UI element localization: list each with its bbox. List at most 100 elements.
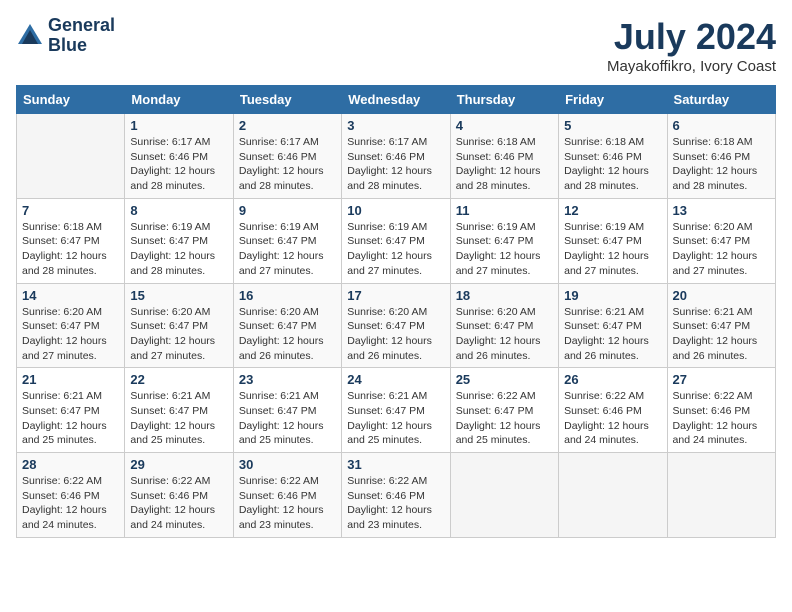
day-number: 11 <box>456 203 553 218</box>
cell-content: Sunrise: 6:21 AMSunset: 6:47 PMDaylight:… <box>564 305 661 364</box>
calendar-cell: 24 Sunrise: 6:21 AMSunset: 6:47 PMDayligh… <box>342 368 450 453</box>
calendar-cell: 5Sunrise: 6:18 AMSunset: 6:46 PMDaylight… <box>559 114 667 199</box>
day-number: 8 <box>130 203 227 218</box>
week-row-3: 14 Sunrise: 6:20 AMSunset: 6:47 PMDayligh… <box>17 283 776 368</box>
cell-content: Sunrise: 6:22 AMSunset: 6:46 PMDaylight:… <box>673 389 770 448</box>
cell-content: Sunrise: 6:19 AMSunset: 6:47 PMDaylight:… <box>347 220 444 279</box>
calendar-cell: 18Sunrise: 6:20 AMSunset: 6:47 PMDayligh… <box>450 283 558 368</box>
cell-content: Sunrise: 6:20 AMSunset: 6:47 PMDaylight:… <box>456 305 553 364</box>
calendar-cell: 19Sunrise: 6:21 AMSunset: 6:47 PMDayligh… <box>559 283 667 368</box>
location: Mayakoffikro, Ivory Coast <box>607 58 776 75</box>
day-number: 15 <box>130 288 227 303</box>
page-header: General Blue July 2024 Mayakoffikro, Ivo… <box>16 16 776 75</box>
column-header-friday: Friday <box>559 86 667 114</box>
day-number: 10 <box>347 203 444 218</box>
cell-content: Sunrise: 6:22 AMSunset: 6:47 PMDaylight:… <box>456 389 553 448</box>
day-number: 4 <box>456 118 553 133</box>
calendar-cell: 30 Sunrise: 6:22 AMSunset: 6:46 PMDayligh… <box>233 453 341 538</box>
calendar-cell: 27 Sunrise: 6:22 AMSunset: 6:46 PMDayligh… <box>667 368 775 453</box>
week-row-2: 7Sunrise: 6:18 AMSunset: 6:47 PMDaylight… <box>17 198 776 283</box>
calendar-cell: 4 Sunrise: 6:18 AMSunset: 6:46 PMDaylight… <box>450 114 558 199</box>
week-row-1: 1 Sunrise: 6:17 AMSunset: 6:46 PMDaylight… <box>17 114 776 199</box>
calendar-cell: 7Sunrise: 6:18 AMSunset: 6:47 PMDaylight… <box>17 198 125 283</box>
day-number: 23 <box>239 372 336 387</box>
cell-content: Sunrise: 6:20 AMSunset: 6:47 PMDaylight:… <box>239 305 336 364</box>
day-number: 31 <box>347 457 444 472</box>
cell-content: Sunrise: 6:21 AMSunset: 6:47 PMDaylight:… <box>130 389 227 448</box>
cell-content: Sunrise: 6:19 AMSunset: 6:47 PMDaylight:… <box>239 220 336 279</box>
day-number: 14 <box>22 288 119 303</box>
day-number: 5 <box>564 118 661 133</box>
calendar-cell: 28 Sunrise: 6:22 AMSunset: 6:46 PMDayligh… <box>17 453 125 538</box>
day-number: 9 <box>239 203 336 218</box>
calendar-table: SundayMondayTuesdayWednesdayThursdayFrid… <box>16 85 776 538</box>
cell-content: Sunrise: 6:19 AMSunset: 6:47 PMDaylight:… <box>564 220 661 279</box>
calendar-cell: 8 Sunrise: 6:19 AMSunset: 6:47 PMDaylight… <box>125 198 233 283</box>
column-header-saturday: Saturday <box>667 86 775 114</box>
cell-content: Sunrise: 6:22 AMSunset: 6:46 PMDaylight:… <box>347 474 444 533</box>
day-number: 6 <box>673 118 770 133</box>
logo-text: General Blue <box>48 16 115 56</box>
logo-icon <box>16 22 44 50</box>
day-number: 28 <box>22 457 119 472</box>
cell-content: Sunrise: 6:18 AMSunset: 6:46 PMDaylight:… <box>456 135 553 194</box>
column-header-monday: Monday <box>125 86 233 114</box>
day-number: 12 <box>564 203 661 218</box>
title-block: July 2024 Mayakoffikro, Ivory Coast <box>607 16 776 75</box>
cell-content: Sunrise: 6:21 AMSunset: 6:47 PMDaylight:… <box>239 389 336 448</box>
day-number: 1 <box>130 118 227 133</box>
calendar-cell <box>17 114 125 199</box>
cell-content: Sunrise: 6:22 AMSunset: 6:46 PMDaylight:… <box>22 474 119 533</box>
calendar-cell: 2 Sunrise: 6:17 AMSunset: 6:46 PMDaylight… <box>233 114 341 199</box>
day-number: 20 <box>673 288 770 303</box>
cell-content: Sunrise: 6:22 AMSunset: 6:46 PMDaylight:… <box>130 474 227 533</box>
cell-content: Sunrise: 6:20 AMSunset: 6:47 PMDaylight:… <box>347 305 444 364</box>
calendar-cell: 25 Sunrise: 6:22 AMSunset: 6:47 PMDayligh… <box>450 368 558 453</box>
cell-content: Sunrise: 6:22 AMSunset: 6:46 PMDaylight:… <box>564 389 661 448</box>
calendar-cell <box>667 453 775 538</box>
calendar-cell: 15 Sunrise: 6:20 AMSunset: 6:47 PMDayligh… <box>125 283 233 368</box>
calendar-cell <box>450 453 558 538</box>
cell-content: Sunrise: 6:20 AMSunset: 6:47 PMDaylight:… <box>22 305 119 364</box>
day-number: 17 <box>347 288 444 303</box>
calendar-cell: 9 Sunrise: 6:19 AMSunset: 6:47 PMDaylight… <box>233 198 341 283</box>
calendar-cell <box>559 453 667 538</box>
cell-content: Sunrise: 6:19 AMSunset: 6:47 PMDaylight:… <box>130 220 227 279</box>
day-number: 25 <box>456 372 553 387</box>
cell-content: Sunrise: 6:17 AMSunset: 6:46 PMDaylight:… <box>130 135 227 194</box>
column-header-thursday: Thursday <box>450 86 558 114</box>
day-number: 27 <box>673 372 770 387</box>
calendar-cell: 11Sunrise: 6:19 AMSunset: 6:47 PMDayligh… <box>450 198 558 283</box>
day-number: 13 <box>673 203 770 218</box>
day-number: 22 <box>130 372 227 387</box>
cell-content: Sunrise: 6:21 AMSunset: 6:47 PMDaylight:… <box>347 389 444 448</box>
header-row: SundayMondayTuesdayWednesdayThursdayFrid… <box>17 86 776 114</box>
cell-content: Sunrise: 6:21 AMSunset: 6:47 PMDaylight:… <box>673 305 770 364</box>
cell-content: Sunrise: 6:20 AMSunset: 6:47 PMDaylight:… <box>130 305 227 364</box>
cell-content: Sunrise: 6:22 AMSunset: 6:46 PMDaylight:… <box>239 474 336 533</box>
cell-content: Sunrise: 6:17 AMSunset: 6:46 PMDaylight:… <box>239 135 336 194</box>
calendar-cell: 17 Sunrise: 6:20 AMSunset: 6:47 PMDayligh… <box>342 283 450 368</box>
day-number: 7 <box>22 203 119 218</box>
day-number: 30 <box>239 457 336 472</box>
day-number: 2 <box>239 118 336 133</box>
day-number: 3 <box>347 118 444 133</box>
calendar-cell: 22 Sunrise: 6:21 AMSunset: 6:47 PMDayligh… <box>125 368 233 453</box>
calendar-cell: 20 Sunrise: 6:21 AMSunset: 6:47 PMDayligh… <box>667 283 775 368</box>
cell-content: Sunrise: 6:20 AMSunset: 6:47 PMDaylight:… <box>673 220 770 279</box>
day-number: 16 <box>239 288 336 303</box>
week-row-4: 21 Sunrise: 6:21 AMSunset: 6:47 PMDayligh… <box>17 368 776 453</box>
day-number: 26 <box>564 372 661 387</box>
calendar-cell: 13 Sunrise: 6:20 AMSunset: 6:47 PMDayligh… <box>667 198 775 283</box>
calendar-cell: 3 Sunrise: 6:17 AMSunset: 6:46 PMDaylight… <box>342 114 450 199</box>
cell-content: Sunrise: 6:17 AMSunset: 6:46 PMDaylight:… <box>347 135 444 194</box>
day-number: 21 <box>22 372 119 387</box>
calendar-cell: 29Sunrise: 6:22 AMSunset: 6:46 PMDayligh… <box>125 453 233 538</box>
column-header-tuesday: Tuesday <box>233 86 341 114</box>
day-number: 24 <box>347 372 444 387</box>
column-header-wednesday: Wednesday <box>342 86 450 114</box>
calendar-cell: 14 Sunrise: 6:20 AMSunset: 6:47 PMDayligh… <box>17 283 125 368</box>
cell-content: Sunrise: 6:21 AMSunset: 6:47 PMDaylight:… <box>22 389 119 448</box>
calendar-cell: 26 Sunrise: 6:22 AMSunset: 6:46 PMDayligh… <box>559 368 667 453</box>
calendar-cell: 1 Sunrise: 6:17 AMSunset: 6:46 PMDaylight… <box>125 114 233 199</box>
